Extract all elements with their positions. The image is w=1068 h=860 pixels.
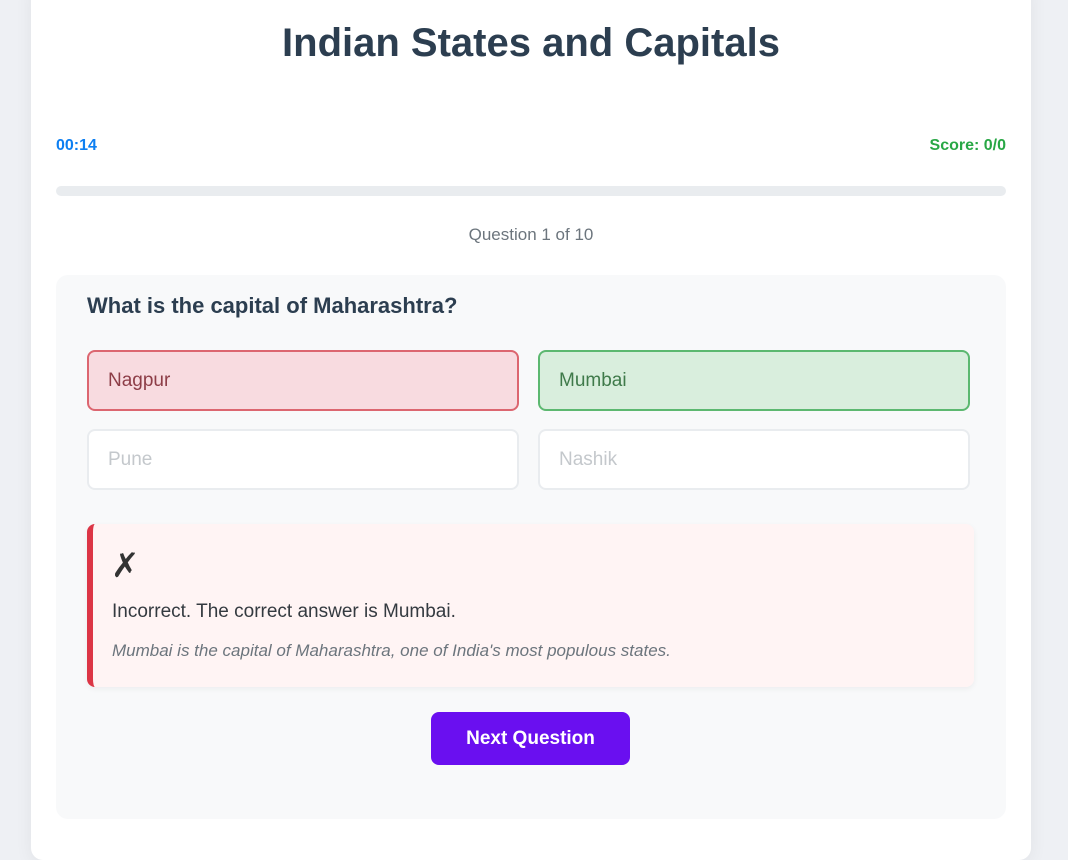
option-nashik[interactable]: Nashik <box>538 429 970 490</box>
question-text: What is the capital of Maharashtra? <box>87 293 458 318</box>
option-mumbai[interactable]: Mumbai <box>538 350 970 411</box>
option-label: Nagpur <box>108 369 171 391</box>
option-pune[interactable]: Pune <box>87 429 519 490</box>
timer-display: 00:14 <box>56 137 97 154</box>
progress-bar <box>56 186 1006 196</box>
question-counter: Question 1 of 10 <box>468 225 594 244</box>
option-label: Pune <box>108 448 153 470</box>
page-title: Indian States and Capitals <box>282 21 780 65</box>
option-label: Nashik <box>559 448 618 470</box>
feedback-message: Incorrect. The correct answer is Mumbai. <box>112 601 456 622</box>
question-panel: What is the capital of Maharashtra? Nagp… <box>56 275 1006 819</box>
feedback-explanation: Mumbai is the capital of Maharashtra, on… <box>112 641 671 660</box>
score-display: Score: 0/0 <box>929 137 1006 154</box>
option-nagpur[interactable]: Nagpur <box>87 350 519 411</box>
option-label: Mumbai <box>559 369 627 391</box>
cross-mark-icon: ✗ <box>111 546 140 586</box>
feedback-box: ✗ Incorrect. The correct answer is Mumba… <box>87 524 974 687</box>
quiz-card: Indian States and Capitals 00:14 Score: … <box>31 0 1031 860</box>
next-question-button[interactable]: Next Question <box>431 712 630 765</box>
